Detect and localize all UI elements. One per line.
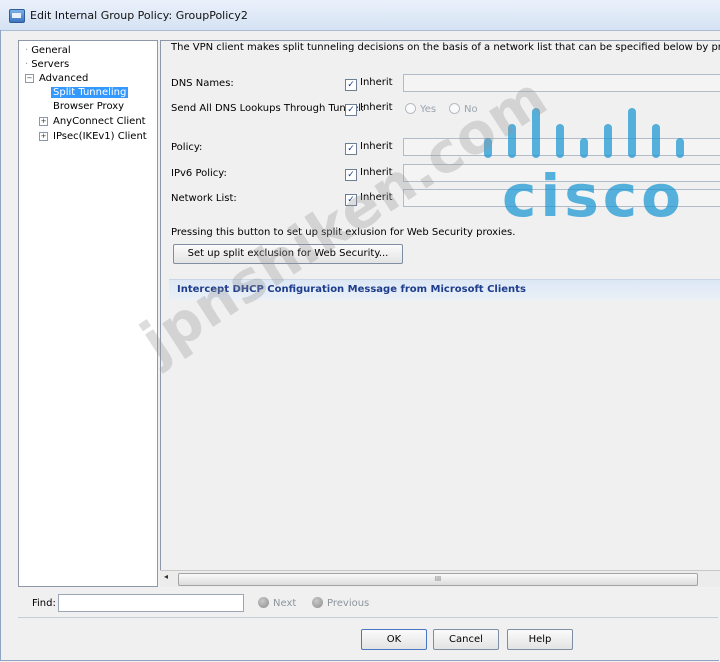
dns-names-label: DNS Names: <box>171 78 234 89</box>
checkbox-checked-icon[interactable]: ✓ <box>345 104 357 116</box>
expand-icon[interactable]: + <box>39 117 48 126</box>
web-security-note: Pressing this button to set up split exl… <box>171 227 516 238</box>
previous-icon <box>312 597 323 608</box>
ok-button[interactable]: OK <box>361 629 427 650</box>
tree-item-servers[interactable]: · Servers <box>25 59 71 71</box>
scroll-left-arrow-icon[interactable]: ◂ <box>164 572 168 581</box>
web-security-exclusion-button[interactable]: Set up split exclusion for Web Security.… <box>173 244 403 264</box>
ipv6-policy-label: IPv6 Policy: <box>171 168 227 179</box>
checkbox-checked-icon[interactable]: ✓ <box>345 143 357 155</box>
radio-icon[interactable] <box>449 103 460 114</box>
title-bar: Edit Internal Group Policy: GroupPolicy2 <box>0 0 720 31</box>
intercept-dhcp-label: Intercept DHCP Configuration Message fro… <box>177 284 526 295</box>
tree-line-icon: · <box>25 45 29 56</box>
cancel-button[interactable]: Cancel <box>433 629 499 650</box>
policy-inherit[interactable]: ✓ Inherit <box>345 141 393 155</box>
checkbox-checked-icon[interactable]: ✓ <box>345 169 357 181</box>
next-icon <box>258 597 269 608</box>
scrollbar-thumb[interactable]: III <box>178 573 698 586</box>
ipv6-policy-select[interactable] <box>403 164 720 182</box>
find-previous-button[interactable]: Previous <box>312 597 369 609</box>
dns-names-input[interactable] <box>403 74 720 92</box>
network-list-inherit[interactable]: ✓ Inherit <box>345 192 393 206</box>
footer-divider <box>18 617 718 618</box>
dns-names-inherit[interactable]: ✓ Inherit <box>345 77 393 91</box>
send-all-dns-no[interactable]: No <box>449 103 478 115</box>
find-input[interactable] <box>58 594 244 612</box>
send-all-dns-label: Send All DNS Lookups Through Tunnel: <box>171 103 365 114</box>
network-list-label: Network List: <box>171 193 237 204</box>
intercept-dhcp-section[interactable]: Intercept DHCP Configuration Message fro… <box>169 279 720 300</box>
ipv6-policy-inherit[interactable]: ✓ Inherit <box>345 167 393 181</box>
send-all-dns-yes[interactable]: Yes <box>405 103 436 115</box>
tree-item-split-tunneling[interactable]: Split Tunneling <box>51 87 129 99</box>
policy-label: Policy: <box>171 142 203 153</box>
expand-icon[interactable]: + <box>39 132 48 141</box>
tree-item-ipsec-client[interactable]: + IPsec(IKEv1) Client <box>39 131 149 143</box>
radio-icon[interactable] <box>405 103 416 114</box>
policy-select[interactable] <box>403 138 720 156</box>
checkbox-checked-icon[interactable]: ✓ <box>345 79 357 91</box>
horizontal-scrollbar[interactable]: ◂ III <box>160 570 720 587</box>
find-label: Find: <box>32 598 56 609</box>
tree-line-icon: · <box>25 59 29 70</box>
checkbox-checked-icon[interactable]: ✓ <box>345 194 357 206</box>
split-tunneling-panel: The VPN client makes split tunneling dec… <box>160 40 720 587</box>
send-all-dns-inherit[interactable]: ✓ Inherit <box>345 102 393 116</box>
find-next-button[interactable]: Next <box>258 597 296 609</box>
panel-description: The VPN client makes split tunneling dec… <box>171 42 720 53</box>
window-icon <box>9 9 25 23</box>
collapse-icon[interactable]: − <box>25 74 34 83</box>
window-title: Edit Internal Group Policy: GroupPolicy2 <box>30 9 248 22</box>
tree-item-advanced[interactable]: − Advanced <box>25 73 90 85</box>
tree-item-anyconnect-client[interactable]: + AnyConnect Client <box>39 116 148 128</box>
network-list-select[interactable] <box>403 189 720 207</box>
tree-item-browser-proxy[interactable]: Browser Proxy <box>51 101 126 113</box>
tree-item-general[interactable]: · General <box>25 45 73 57</box>
navigation-tree[interactable]: · General · Servers − Advanced Split Tunnel… <box>18 40 158 587</box>
help-button[interactable]: Help <box>507 629 573 650</box>
